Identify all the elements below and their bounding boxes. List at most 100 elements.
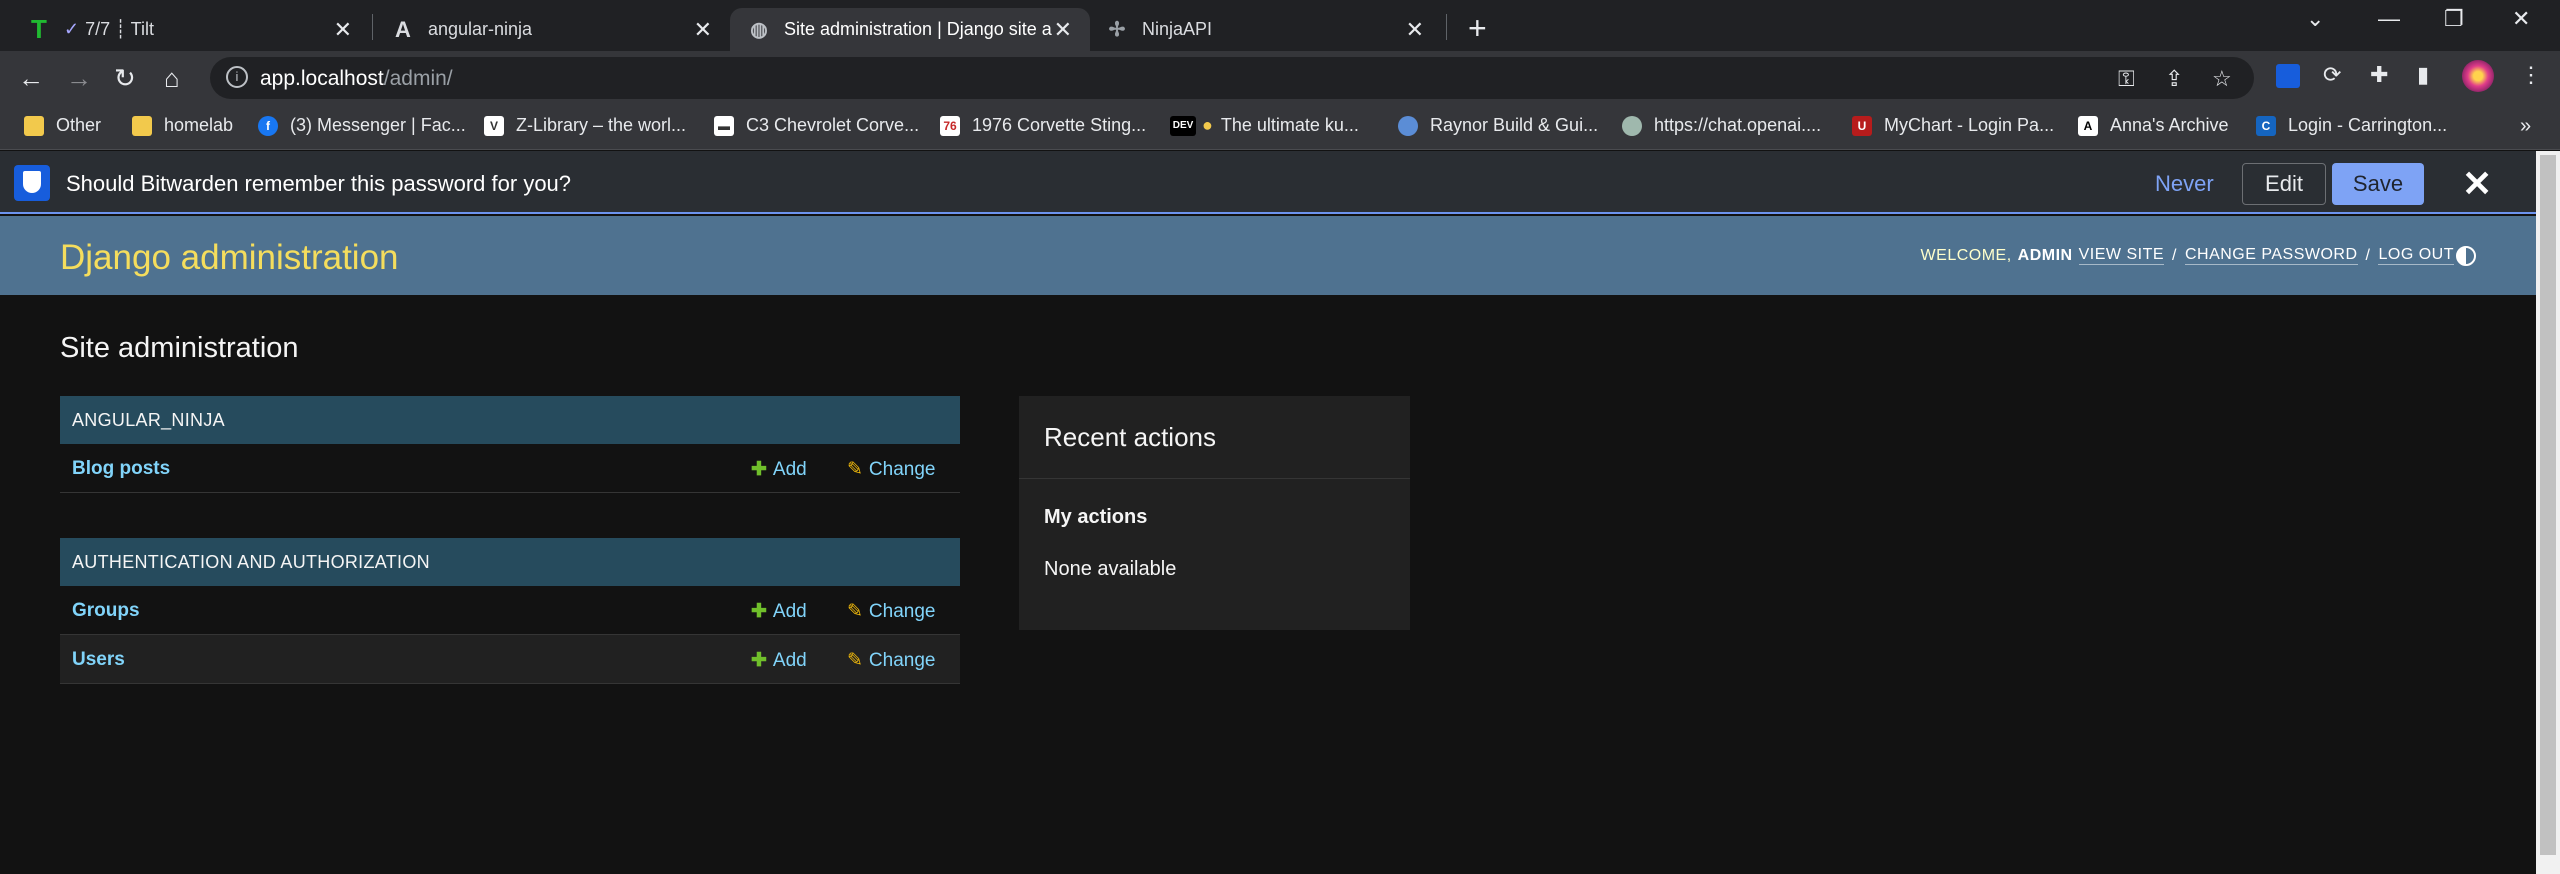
- bookmark-label: 1976 Corvette Sting...: [972, 115, 1147, 135]
- facebook-icon: f: [258, 115, 278, 136]
- tab-angular-ninja[interactable]: A angular-ninja ✕: [374, 8, 730, 51]
- bookmark-item[interactable]: ▬ C3 Chevrolet Corve...: [714, 115, 919, 136]
- new-tab-button[interactable]: +: [1468, 10, 1487, 47]
- chevrolet-icon: ▬: [714, 115, 734, 136]
- profile-avatar[interactable]: [2462, 60, 2494, 92]
- log-out-link[interactable]: LOG OUT: [2378, 246, 2454, 265]
- bookmark-label: C3 Chevrolet Corve...: [746, 115, 920, 135]
- close-tab-icon[interactable]: ✕: [1406, 17, 1424, 43]
- user-tools: WELCOME, ADMIN VIEW SITE / CHANGE PASSWO…: [1921, 246, 2454, 265]
- close-tab-icon[interactable]: ✕: [694, 17, 712, 43]
- pencil-icon: ✎: [847, 601, 863, 622]
- theme-toggle-icon[interactable]: [2456, 246, 2476, 266]
- bookmark-item[interactable]: A Anna's Archive: [2078, 115, 2229, 136]
- tab-separator: [372, 14, 373, 40]
- browser-tab-strip: T ✓ 7/7 ┊ Tilt ✕ A angular-ninja ✕ ◍ Sit…: [0, 0, 2560, 51]
- bookmark-item[interactable]: Other: [24, 115, 101, 136]
- add-link[interactable]: ✚ Add: [751, 649, 807, 672]
- add-label: Add: [772, 601, 807, 622]
- bookmark-item[interactable]: f (3) Messenger | Fac...: [258, 115, 466, 136]
- bookmark-item[interactable]: V Z-Library – the worl...: [484, 115, 686, 136]
- back-button[interactable]: ←: [18, 63, 44, 94]
- bookmark-item[interactable]: Raynor Build & Gui...: [1398, 115, 1598, 136]
- add-link[interactable]: ✚ Add: [751, 600, 807, 623]
- bookmark-label: Anna's Archive: [2110, 115, 2229, 135]
- app-module-angular-ninja: ANGULAR_NINJA Blog posts ✚ Add ✎ Change: [60, 396, 960, 493]
- tab-title: 7/7 ┊ Tilt: [85, 19, 154, 39]
- scrollbar-thumb[interactable]: [2540, 155, 2556, 855]
- change-link[interactable]: ✎ Change: [847, 458, 935, 481]
- more-bookmarks-chevron-icon[interactable]: »: [2520, 115, 2531, 138]
- dev-icon: DEV: [1170, 115, 1196, 136]
- tab-title: angular-ninja: [428, 19, 533, 39]
- tilt-icon: T: [31, 14, 47, 44]
- side-panel-icon[interactable]: ▮: [2417, 62, 2429, 88]
- openai-icon: [1622, 115, 1642, 136]
- bookmark-label: Login - Carrington...: [2288, 115, 2448, 135]
- extension-sync-icon[interactable]: ⟳: [2323, 62, 2341, 88]
- change-password-link[interactable]: CHANGE PASSWORD: [2184, 246, 2358, 265]
- bookmark-item[interactable]: DEV ● The ultimate ku...: [1170, 115, 1359, 136]
- forward-button[interactable]: →: [66, 63, 92, 94]
- folder-icon: [132, 115, 152, 136]
- model-link[interactable]: Users: [72, 649, 125, 671]
- edit-button[interactable]: Edit: [2242, 163, 2326, 205]
- save-button[interactable]: Save: [2332, 163, 2424, 205]
- reload-button[interactable]: ↻: [114, 63, 136, 94]
- add-link[interactable]: ✚ Add: [751, 458, 807, 481]
- minimize-button[interactable]: —: [2378, 6, 2400, 32]
- tab-site-administration[interactable]: ◍ Site administration | Django site a ✕: [730, 8, 1090, 51]
- bookmark-item[interactable]: C Login - Carrington...: [2256, 115, 2447, 136]
- globe-icon: ◍: [750, 19, 768, 41]
- site-info-icon[interactable]: i: [226, 66, 248, 88]
- bookmark-label: The ultimate ku...: [1220, 115, 1359, 135]
- angular-icon: A: [395, 16, 411, 42]
- bookmark-star-icon[interactable]: ☆: [2212, 66, 2232, 92]
- menu-kebab-icon[interactable]: ⋮: [2520, 62, 2542, 88]
- model-link[interactable]: Blog posts: [72, 458, 170, 480]
- bitwarden-extension-icon[interactable]: [2276, 64, 2300, 88]
- bookmark-item[interactable]: U MyChart - Login Pa...: [1852, 115, 2054, 136]
- url-host: app.localhost: [260, 67, 384, 90]
- plus-icon: ✚: [751, 650, 767, 671]
- separator: /: [2172, 246, 2177, 264]
- close-tab-icon[interactable]: ✕: [1054, 17, 1072, 43]
- bookmark-item[interactable]: homelab: [132, 115, 233, 136]
- key-icon[interactable]: ⚿: [2118, 66, 2135, 92]
- welcome-text: WELCOME,: [1920, 246, 2012, 264]
- restore-button[interactable]: ❐: [2444, 6, 2464, 32]
- pencil-icon: ✎: [847, 650, 863, 671]
- close-tab-icon[interactable]: ✕: [334, 17, 352, 43]
- share-icon[interactable]: ⇪: [2165, 66, 2183, 92]
- model-link[interactable]: Groups: [72, 600, 140, 622]
- close-window-button[interactable]: ✕: [2512, 6, 2530, 32]
- mychart-icon: U: [1852, 115, 1872, 136]
- tab-ninjaapi[interactable]: ✢ NinjaAPI ✕: [1092, 8, 1442, 51]
- recent-actions-panel: Recent actions My actions None available: [1019, 396, 1410, 630]
- home-button[interactable]: ⌂: [164, 63, 180, 94]
- pencil-icon: ✎: [847, 459, 863, 480]
- close-icon[interactable]: ✕: [2462, 163, 2492, 205]
- url-text[interactable]: app.localhost/admin/: [260, 67, 453, 91]
- bitwarden-notification-bar: Should Bitwarden remember this password …: [0, 151, 2536, 214]
- add-label: Add: [772, 650, 807, 671]
- model-row-blog-posts: Blog posts ✚ Add ✎ Change: [60, 444, 960, 493]
- site-branding[interactable]: Django administration: [60, 238, 399, 278]
- bookmark-item[interactable]: 76 1976 Corvette Sting...: [940, 115, 1146, 136]
- module-caption[interactable]: ANGULAR_NINJA: [60, 396, 960, 444]
- extensions-puzzle-icon[interactable]: ✚: [2370, 62, 2388, 88]
- tab-tilt[interactable]: T ✓ 7/7 ┊ Tilt ✕: [0, 8, 370, 51]
- never-button[interactable]: Never: [2155, 171, 2214, 197]
- page-scrollbar[interactable]: [2536, 151, 2560, 874]
- module-caption[interactable]: AUTHENTICATION AND AUTHORIZATION: [60, 538, 960, 586]
- address-bar[interactable]: i app.localhost/admin/ ⚿ ⇪ ☆: [210, 57, 2254, 99]
- tab-search-icon[interactable]: ⌄: [2306, 6, 2324, 32]
- change-link[interactable]: ✎ Change: [847, 649, 935, 672]
- page-title: Site administration: [60, 332, 299, 364]
- check-icon: ✓: [64, 19, 80, 39]
- bookmark-item[interactable]: https://chat.openai....: [1622, 115, 1821, 136]
- bookmarks-bar: Other homelab f (3) Messenger | Fac... VZ…: [0, 104, 2560, 150]
- change-link[interactable]: ✎ Change: [847, 600, 935, 623]
- view-site-link[interactable]: VIEW SITE: [2078, 246, 2165, 265]
- tab-title: Site administration | Django site a: [784, 19, 1052, 39]
